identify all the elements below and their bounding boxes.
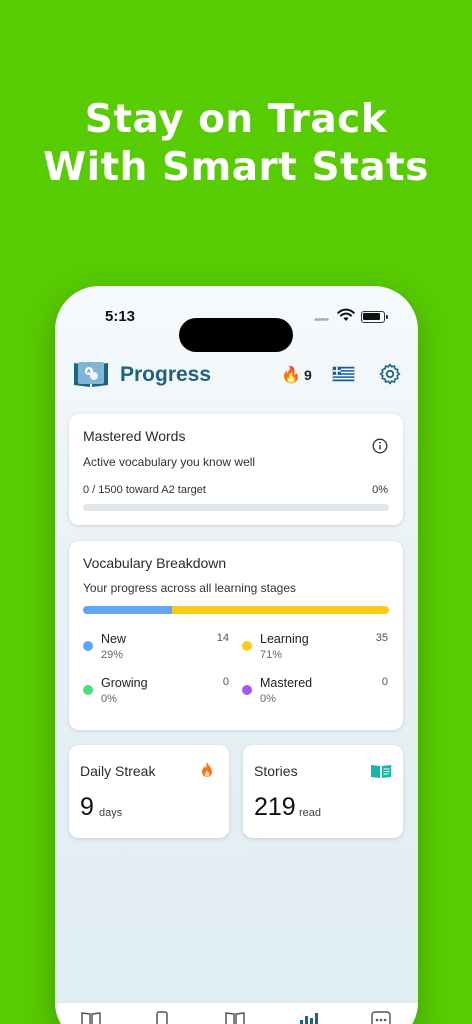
segment-learning (171, 606, 389, 614)
mastered-words-card[interactable]: Mastered Words Active vocabulary you kno… (69, 414, 403, 525)
signal-icon: ••••• (314, 314, 329, 326)
card-title: Mastered Words (83, 428, 186, 444)
stories-value: 219 (254, 793, 296, 821)
tab-book-icon[interactable] (80, 1011, 102, 1024)
wifi-icon (337, 308, 355, 321)
streak-unit: days (99, 807, 123, 819)
legend-percent: 0% (101, 693, 117, 705)
progress-percent: 0% (372, 484, 388, 496)
card-title: Vocabulary Breakdown (83, 555, 227, 571)
card-title: Stories (254, 763, 298, 779)
legend-count: 14 (216, 632, 229, 644)
learning-dot-icon (242, 641, 252, 651)
flame-icon: 🔥 (281, 367, 301, 384)
growing-dot-icon (83, 685, 93, 695)
greek-flag-icon[interactable] (332, 366, 355, 382)
legend-count: 0 (381, 676, 388, 688)
mastered-dot-icon (242, 685, 252, 695)
tab-phone-icon[interactable] (155, 1011, 169, 1024)
headline-line-1: Stay on Track (84, 97, 388, 142)
legend-percent: 71% (260, 649, 283, 661)
legend-count: 35 (375, 632, 388, 644)
legend-label: Learning (260, 632, 309, 646)
new-dot-icon (83, 641, 93, 651)
phone-screen: 5:13 ••••• A Progress 🔥 9 Mastered Words… (55, 286, 418, 1024)
card-title: Daily Streak (80, 763, 156, 779)
tab-progress-icon[interactable] (298, 1011, 318, 1024)
book-logo-icon: A (74, 362, 108, 387)
legend-percent: 29% (101, 649, 124, 661)
open-book-icon (371, 765, 391, 778)
legend-label: Growing (101, 676, 148, 690)
tab-more-icon[interactable] (371, 1011, 391, 1024)
progress-text: 0 / 1500 toward A2 target (83, 484, 206, 496)
page-title: Progress (120, 363, 212, 386)
daily-streak-card[interactable]: Daily Streak 9 days (69, 745, 229, 838)
stories-card[interactable]: Stories 219 read (243, 745, 403, 838)
tab-reader-icon[interactable] (224, 1011, 246, 1024)
card-subtitle: Active vocabulary you know well (83, 455, 256, 469)
streak-value: 9 (80, 793, 94, 821)
legend-label: Mastered (260, 676, 313, 690)
status-time: 5:13 (105, 308, 136, 325)
gear-icon[interactable] (378, 362, 402, 386)
stories-unit: read (299, 807, 322, 819)
bottom-tab-bar (55, 1002, 418, 1024)
dynamic-island (179, 318, 293, 352)
card-subtitle: Your progress across all learning stages (83, 581, 297, 595)
segment-new (83, 606, 172, 614)
stacked-progress-bar (83, 606, 389, 614)
vocabulary-breakdown-card: Vocabulary Breakdown Your progress acros… (69, 541, 403, 730)
headline-line-2: With Smart Stats (43, 145, 429, 190)
legend-count: 0 (222, 676, 229, 688)
legend-label: New (101, 632, 127, 646)
flame-icon (202, 762, 212, 777)
legend-percent: 0% (260, 693, 276, 705)
progress-track (83, 504, 389, 511)
info-icon[interactable] (372, 438, 388, 454)
svg-text:A: A (87, 369, 91, 375)
streak-count: 9 (304, 367, 312, 383)
status-bar: 5:13 ••••• (55, 306, 418, 352)
battery-icon (361, 311, 388, 323)
marketing-headline: Stay on Track With Smart Stats (0, 96, 472, 192)
app-bar: A Progress 🔥 9 (55, 358, 418, 390)
